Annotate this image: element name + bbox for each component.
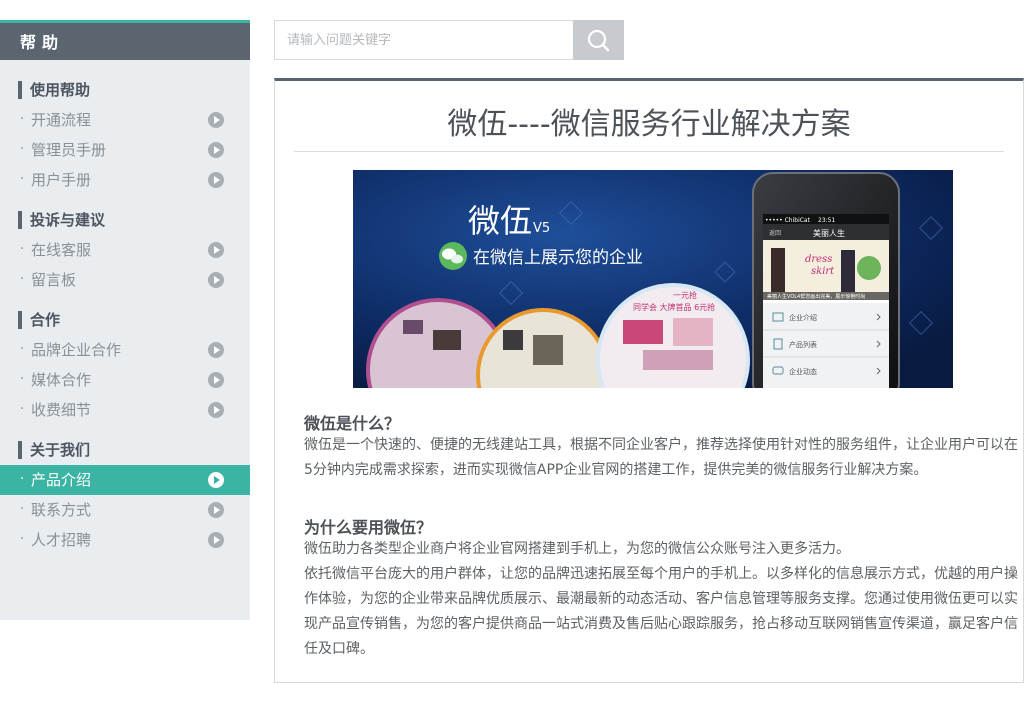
phone-back-label: 返回 — [769, 230, 781, 237]
bullet: · — [20, 532, 25, 547]
sidebar-item-pricing-details[interactable]: · 收费细节 — [0, 395, 250, 425]
sidebar-item-label: 留言板 — [31, 271, 77, 289]
sidebar-header: 帮助 — [0, 23, 250, 60]
sidebar-item-product-intro[interactable]: · 产品介绍 — [0, 465, 250, 495]
bullet: · — [20, 242, 25, 257]
banner-version: V5 — [533, 221, 550, 236]
play-arrow-icon — [208, 112, 224, 128]
search-icon — [587, 29, 610, 52]
sidebar-item-label: 收费细节 — [31, 401, 92, 419]
sidebar-item-user-manual[interactable]: · 用户手册 — [0, 165, 250, 195]
play-arrow-icon — [208, 142, 224, 158]
sidebar-item-label: 开通流程 — [31, 111, 92, 129]
bullet: · — [20, 402, 25, 417]
sidebar-item-label: 人才招聘 — [31, 531, 92, 549]
sidebar-item-media-cooperation[interactable]: · 媒体合作 — [0, 365, 250, 395]
page-title: 微伍----微信服务行业解决方案 — [447, 107, 851, 142]
sidebar-item-label: 产品介绍 — [31, 471, 92, 489]
sidebar-group-title: 投诉与建议 — [18, 211, 105, 229]
phone-menu-item: 产品列表 — [789, 340, 817, 349]
sidebar-item-message-board[interactable]: · 留言板 — [0, 265, 250, 295]
sidebar-item-label: 媒体合作 — [31, 371, 92, 389]
bullet: · — [20, 272, 25, 287]
bullet: · — [20, 172, 25, 187]
bullet: · — [20, 112, 25, 127]
section-heading: 为什么要用微伍？ — [304, 518, 433, 537]
phone-caption: 美丽人生VOL4帮您画出完美，展示惊艳时尚 — [767, 293, 865, 300]
title-divider — [294, 151, 1004, 152]
circle-promo-text: 一元抢 — [673, 290, 697, 300]
bullet: · — [20, 502, 25, 517]
section-paragraph: 微伍助力各类型企业商户将企业官网搭建到手机上，为您的微信公众账号注入更多活力。 — [304, 541, 850, 557]
phone-ad-text: skirt — [811, 266, 835, 277]
bullet: · — [20, 342, 25, 357]
phone-status-time: 23:51 — [818, 217, 835, 224]
play-arrow-icon — [208, 472, 224, 488]
sidebar-item-label: 用户手册 — [31, 171, 92, 189]
phone-title: 美丽人生 — [813, 228, 845, 238]
wechat-logo-icon — [439, 242, 467, 270]
banner-image: 同学会 大牌首品 6元抢 一元抢 微伍 V5 在微信上展示您的企业 ••••• … — [353, 170, 953, 388]
sidebar-group-title: 合作 — [18, 311, 60, 329]
search-box — [274, 20, 574, 60]
play-arrow-icon — [208, 372, 224, 388]
bullet: · — [20, 142, 25, 157]
sidebar-item-admin-manual[interactable]: · 管理员手册 — [0, 135, 250, 165]
section-paragraph: 依托微信平台庞大的用户群体，让您的品牌迅速拓展至每个用户的手机上。以多样化的信息… — [304, 566, 1018, 657]
section-heading: 微伍是什么？ — [304, 414, 401, 433]
sidebar-item-careers[interactable]: · 人才招聘 — [0, 525, 250, 555]
play-arrow-icon — [208, 242, 224, 258]
play-arrow-icon — [208, 532, 224, 548]
sidebar-item-brand-cooperation[interactable]: · 品牌企业合作 — [0, 335, 250, 365]
sidebar-item-label: 联系方式 — [31, 501, 92, 519]
bullet: · — [20, 472, 25, 487]
sidebar-item-label: 品牌企业合作 — [31, 341, 122, 359]
play-arrow-icon — [208, 172, 224, 188]
play-arrow-icon — [208, 342, 224, 358]
banner-brand: 微伍 — [468, 202, 532, 240]
search-button[interactable] — [573, 20, 624, 60]
phone-menu-item: 企业介绍 — [789, 313, 817, 322]
search-input[interactable] — [275, 21, 559, 59]
play-arrow-icon — [208, 402, 224, 418]
bullet: · — [20, 372, 25, 387]
play-arrow-icon — [208, 502, 224, 518]
circle-promo-text: 同学会 大牌首品 6元抢 — [633, 302, 715, 312]
play-arrow-icon — [208, 272, 224, 288]
section-paragraph: 微伍是一个快速的、便捷的无线建站工具，根据不同企业客户，推荐选择使用针对性的服务… — [304, 437, 1018, 478]
product-banner: 同学会 大牌首品 6元抢 一元抢 微伍 V5 在微信上展示您的企业 ••••• … — [353, 170, 953, 388]
sidebar-group-title: 使用帮助 — [18, 81, 90, 99]
sidebar-item-online-support[interactable]: · 在线客服 — [0, 235, 250, 265]
phone-menu-item: 企业动态 — [789, 367, 817, 376]
sidebar-item-contact[interactable]: · 联系方式 — [0, 495, 250, 525]
phone-status-carrier: ••••• ChibiCat — [765, 217, 811, 224]
sidebar-item-label: 管理员手册 — [31, 141, 107, 159]
phone-ad-text: dress — [805, 254, 832, 265]
sidebar: 帮助 使用帮助 · 开通流程 · 管理员手册 · 用户手册 投诉与建议 · 在线客服 ·… — [0, 20, 250, 620]
sidebar-item-label: 在线客服 — [31, 241, 92, 259]
banner-slogan: 在微信上展示您的企业 — [473, 248, 643, 268]
sidebar-item-open-process[interactable]: · 开通流程 — [0, 105, 250, 135]
content-panel: 微伍----微信服务行业解决方案 同学会 大牌首品 6元抢 一元抢 微伍 V5 … — [274, 78, 1024, 683]
sidebar-group-title: 关于我们 — [18, 441, 90, 459]
